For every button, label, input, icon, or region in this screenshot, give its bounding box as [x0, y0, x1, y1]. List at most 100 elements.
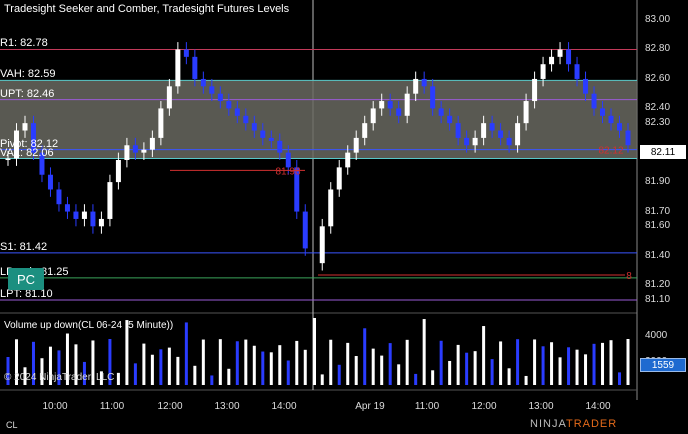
candle-body: [489, 123, 495, 131]
level-label-val: VAL: 82.06: [0, 146, 54, 159]
volume-bar: [533, 339, 537, 385]
volume-bar: [516, 339, 520, 385]
volume-bar: [371, 348, 375, 385]
level-label-upt: UPT: 82.46: [0, 87, 55, 100]
candle-body: [413, 78, 419, 94]
volume-bar: [388, 343, 392, 385]
candle-body: [192, 56, 198, 79]
candle-body: [328, 189, 334, 227]
price-axis-label: 81.20: [645, 279, 671, 291]
level-label-s1: S1: 81.42: [0, 240, 48, 253]
candle-body: [574, 64, 580, 79]
candle-body: [22, 123, 28, 131]
volume-bar: [176, 356, 180, 385]
candle-body: [421, 78, 427, 87]
volume-bar: [609, 340, 613, 385]
candle-body: [617, 123, 623, 131]
candle-body: [353, 137, 359, 153]
candle-body: [234, 108, 240, 116]
volume-bar: [244, 339, 248, 385]
time-axis-label: 10:00: [42, 401, 68, 412]
candle-body: [268, 137, 274, 141]
volume-bar: [167, 347, 171, 385]
volume-bar: [439, 340, 443, 385]
price-axis-label: 82.40: [645, 102, 671, 114]
candle-body: [64, 204, 70, 212]
candle-body: [149, 137, 155, 150]
volume-bar: [524, 375, 528, 385]
candle-body: [362, 123, 368, 138]
time-axis-label: 13:00: [214, 401, 240, 412]
candle-body: [183, 49, 189, 57]
copyright-text: © 2024 NinjaTrader, LLC: [4, 372, 115, 383]
volume-bar: [210, 375, 214, 385]
candle-body: [625, 130, 631, 146]
volume-bar: [584, 354, 588, 385]
volume-bar: [490, 359, 494, 385]
volume-bar: [405, 339, 409, 385]
ninjatrader-logo: NINJATRADER: [530, 418, 618, 430]
volume-bar: [550, 342, 554, 385]
price-axis-label: 81.10: [645, 294, 671, 305]
price-axis-label: 81.90: [645, 176, 671, 188]
pc-button[interactable]: PC: [8, 268, 44, 290]
candle-body: [319, 226, 325, 264]
volume-bar: [397, 364, 401, 385]
price-annotation: 8: [626, 271, 632, 282]
volume-bar: [142, 343, 146, 385]
value-area-rect: [0, 80, 637, 159]
price-axis-label: 81.70: [645, 205, 671, 217]
candle-body: [251, 123, 257, 131]
volume-bar: [465, 352, 469, 385]
candle-body: [345, 152, 351, 168]
volume-bar: [235, 341, 239, 385]
volume-bar: [567, 347, 571, 385]
candle-body: [370, 108, 376, 124]
time-axis-label: 14:00: [585, 401, 611, 412]
candle-body: [158, 108, 164, 138]
time-axis-label: 11:00: [99, 401, 125, 412]
candle-body: [515, 123, 521, 146]
candle-body: [47, 174, 53, 190]
volume-bar: [295, 340, 299, 385]
candle-body: [379, 101, 385, 109]
volume-bar: [507, 368, 511, 385]
current-volume-badge: 1559: [640, 358, 686, 372]
volume-bar: [626, 339, 630, 385]
volume-bar: [320, 374, 324, 385]
candle-body: [217, 93, 223, 102]
candle-body: [387, 101, 393, 109]
volume-bar: [278, 345, 282, 385]
price-axis-label: 82.60: [645, 72, 671, 84]
candle-body: [591, 93, 597, 109]
candle-body: [472, 137, 478, 146]
level-label-vah: VAH: 82.59: [0, 68, 56, 81]
chart-title: Tradesight Seeker and Comber, Tradesight…: [4, 3, 290, 15]
volume-bar: [448, 360, 452, 385]
volume-bar: [456, 344, 460, 385]
chart-canvas[interactable]: 81.98 82.12 8: [0, 0, 688, 434]
candle-body: [107, 182, 113, 219]
volume-bar: [592, 343, 596, 385]
volume-bar: [286, 360, 290, 385]
time-axis-label: 14:00: [271, 401, 297, 412]
candle-body: [404, 93, 410, 116]
volume-bar: [363, 328, 367, 385]
volume-bar: [482, 326, 486, 385]
volume-bar: [541, 346, 545, 385]
candle-body: [81, 211, 87, 219]
volume-bar: [558, 357, 562, 385]
volume-bar: [575, 349, 579, 385]
volume-bar: [431, 370, 435, 385]
candle-body: [557, 49, 563, 57]
candle-body: [132, 145, 138, 153]
candle-body: [226, 101, 232, 109]
volume-bar: [201, 339, 205, 385]
candle-body: [455, 123, 461, 138]
candle-body: [583, 78, 589, 94]
candle-body: [464, 137, 470, 146]
volume-bar: [252, 345, 256, 385]
volume-bar: [601, 342, 605, 385]
time-axis-label: Apr 19: [355, 401, 385, 412]
time-axis-label: 13:00: [528, 401, 554, 412]
